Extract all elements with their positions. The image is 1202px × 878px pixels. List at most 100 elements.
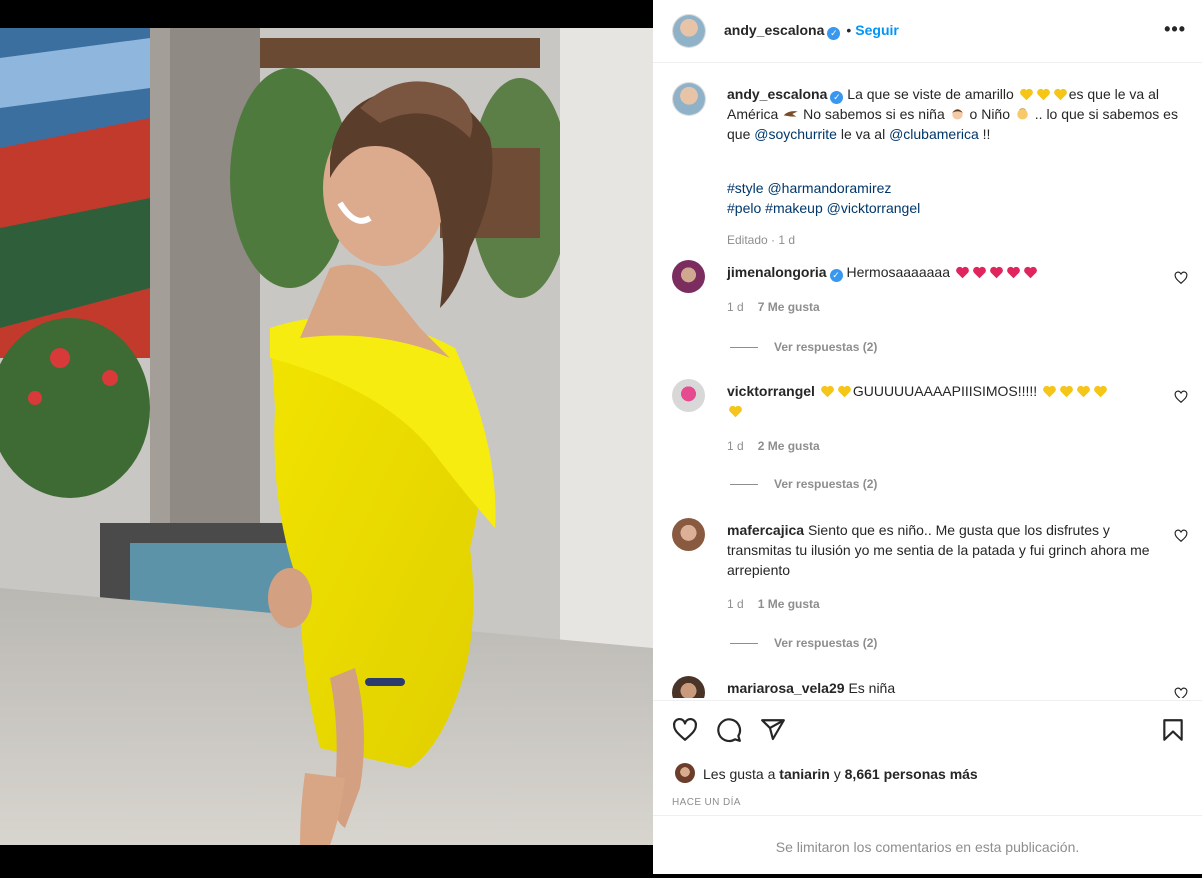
caption-meta: Editado · 1 d <box>727 233 795 247</box>
caption: andy_escalona ✓ La que se viste de amaril… <box>653 78 1202 258</box>
caption-text: andy_escalona ✓ La que se viste de amaril… <box>727 84 1182 144</box>
yellow-heart-icon <box>1019 86 1034 101</box>
hashtag-link[interactable]: #makeup <box>765 200 823 216</box>
comment-item: vicktorrangel GUUUUUAAAAPIIISIMOS!!!!! 1… <box>653 379 1202 509</box>
comment-like-heart-icon[interactable] <box>1174 687 1188 698</box>
girl-baby-icon <box>950 106 965 120</box>
comment-body: Hermosaaaaaaa <box>846 264 950 280</box>
yellow-heart-icon <box>820 383 835 398</box>
author-username[interactable]: andy_escalona <box>724 22 824 38</box>
comment-meta: 1 d 2 Me gusta <box>727 439 820 453</box>
post-time: HACE UN DÍA <box>672 797 741 808</box>
comment-text: mafercajica Siento que es niño.. Me gust… <box>727 520 1162 580</box>
replies-divider <box>730 484 758 486</box>
yellow-heart-icon <box>1042 383 1057 398</box>
likes-prefix: Les gusta a <box>703 766 780 782</box>
follow-button[interactable]: Seguir <box>855 22 899 38</box>
comment-item: jimenalongoria ✓ Hermosaaaaaaa 1 d 7 Me gu… <box>653 260 1202 370</box>
post-actions <box>653 700 1202 760</box>
comment-meta: 1 d 7 Me gusta <box>727 300 820 314</box>
comment-text: mariarosa_vela29 Es niña <box>727 678 1162 698</box>
comment-bubble-icon[interactable] <box>716 717 742 743</box>
verified-badge-icon: ✓ <box>829 269 843 282</box>
yellow-heart-icon <box>1059 383 1074 398</box>
author-avatar[interactable] <box>672 14 706 48</box>
post-image <box>0 28 653 845</box>
view-replies-button[interactable]: Ver respuestas (2) <box>730 340 877 354</box>
yellow-heart-icon <box>1093 383 1108 398</box>
likes-connector: y <box>829 766 845 782</box>
view-replies-button[interactable]: Ver respuestas (2) <box>730 477 877 491</box>
mention-link[interactable]: @soychurrite <box>754 126 837 142</box>
post-header: andy_escalona ✓ • Seguir ••• <box>653 0 1202 63</box>
post-sidebar: andy_escalona ✓ • Seguir ••• andy_escalona ✓… <box>653 0 1202 874</box>
comment-like-heart-icon[interactable] <box>1174 390 1188 404</box>
boy-baby-icon <box>1015 106 1030 120</box>
comment-avatar[interactable] <box>672 676 705 698</box>
comment-like-heart-icon[interactable] <box>1174 529 1188 543</box>
yellow-heart-icon <box>837 383 852 398</box>
comment-likes[interactable]: 1 Me gusta <box>758 597 820 611</box>
likes-count[interactable]: 8,661 personas más <box>845 766 978 782</box>
comment-like-heart-icon[interactable] <box>1174 271 1188 285</box>
liker-username[interactable]: taniarin <box>779 766 830 782</box>
liker-avatar[interactable] <box>675 763 695 783</box>
comment-item: mafercajica Siento que es niño.. Me gust… <box>653 518 1202 668</box>
comment-username[interactable]: mariarosa_vela29 <box>727 680 845 696</box>
comment-username[interactable]: jimenalongoria <box>727 264 827 280</box>
comment-username[interactable]: mafercajica <box>727 522 804 538</box>
comments-list[interactable]: andy_escalona ✓ La que se viste de amaril… <box>653 64 1202 698</box>
mention-link[interactable]: @harmandoramirez <box>767 180 891 196</box>
edited-time: 1 d <box>778 233 796 247</box>
comment-avatar[interactable] <box>672 518 705 551</box>
comment-body: Es niña <box>848 680 896 696</box>
yellow-heart-icon <box>1036 86 1051 101</box>
comment-likes[interactable]: 7 Me gusta <box>758 300 820 314</box>
comment-meta: 1 d 1 Me gusta <box>727 597 820 611</box>
hashtag-link[interactable]: #pelo <box>727 200 761 216</box>
comments-limited-notice: Se limitaron los comentarios en esta pub… <box>653 815 1202 874</box>
yellow-heart-icon <box>1076 383 1091 398</box>
red-heart-icon <box>1023 264 1038 279</box>
red-heart-icon <box>989 264 1004 279</box>
verified-badge-icon: ✓ <box>827 27 841 40</box>
comment-avatar[interactable] <box>672 379 705 412</box>
paper-plane-icon[interactable] <box>760 717 786 743</box>
header-separator: • <box>846 22 852 38</box>
view-replies-label: Ver respuestas (2) <box>774 340 878 354</box>
comment-username[interactable]: vicktorrangel <box>727 383 815 399</box>
caption-tags-line-1: #style @harmandoramirez <box>727 178 1162 198</box>
verified-badge-icon: ✓ <box>830 91 844 104</box>
comment-avatar[interactable] <box>672 260 705 293</box>
comment-time: 1 d <box>727 439 744 453</box>
heart-outline-icon[interactable] <box>672 717 698 743</box>
ellipsis-icon[interactable]: ••• <box>1164 20 1186 38</box>
edited-separator: · <box>771 233 776 247</box>
comment-time: 1 d <box>727 597 744 611</box>
red-heart-icon <box>955 264 970 279</box>
comment-text: jimenalongoria ✓ Hermosaaaaaaa <box>727 262 1162 282</box>
caption-segment: No sabemos si es niña <box>799 106 949 122</box>
header-author-line: andy_escalona ✓ • Seguir <box>724 22 899 40</box>
view-replies-button[interactable]: Ver respuestas (2) <box>730 636 877 650</box>
replies-divider <box>730 347 758 349</box>
likes-summary[interactable]: Les gusta a taniarin y 8,661 personas má… <box>703 766 978 782</box>
comment-text: vicktorrangel GUUUUUAAAAPIIISIMOS!!!!! <box>727 381 1162 421</box>
caption-segment: La que se viste de amarillo <box>847 86 1018 102</box>
post-modal: andy_escalona ✓ • Seguir ••• andy_escalona ✓… <box>0 0 1202 874</box>
yellow-heart-icon <box>728 403 743 418</box>
yellow-heart-icon <box>1053 86 1068 101</box>
edited-label: Editado <box>727 233 768 247</box>
caption-segment: le va al <box>836 126 890 142</box>
comment-time: 1 d <box>727 300 744 314</box>
hashtag-link[interactable]: #style <box>727 180 764 196</box>
mention-link[interactable]: @vicktorrangel <box>827 200 921 216</box>
view-replies-label: Ver respuestas (2) <box>774 636 878 650</box>
eagle-icon <box>783 106 798 120</box>
caption-username[interactable]: andy_escalona <box>727 86 827 102</box>
comment-likes[interactable]: 2 Me gusta <box>758 439 820 453</box>
bookmark-icon[interactable] <box>1160 717 1186 743</box>
caption-avatar[interactable] <box>672 82 706 116</box>
mention-link[interactable]: @clubamerica <box>889 126 979 142</box>
post-photo <box>0 28 653 845</box>
